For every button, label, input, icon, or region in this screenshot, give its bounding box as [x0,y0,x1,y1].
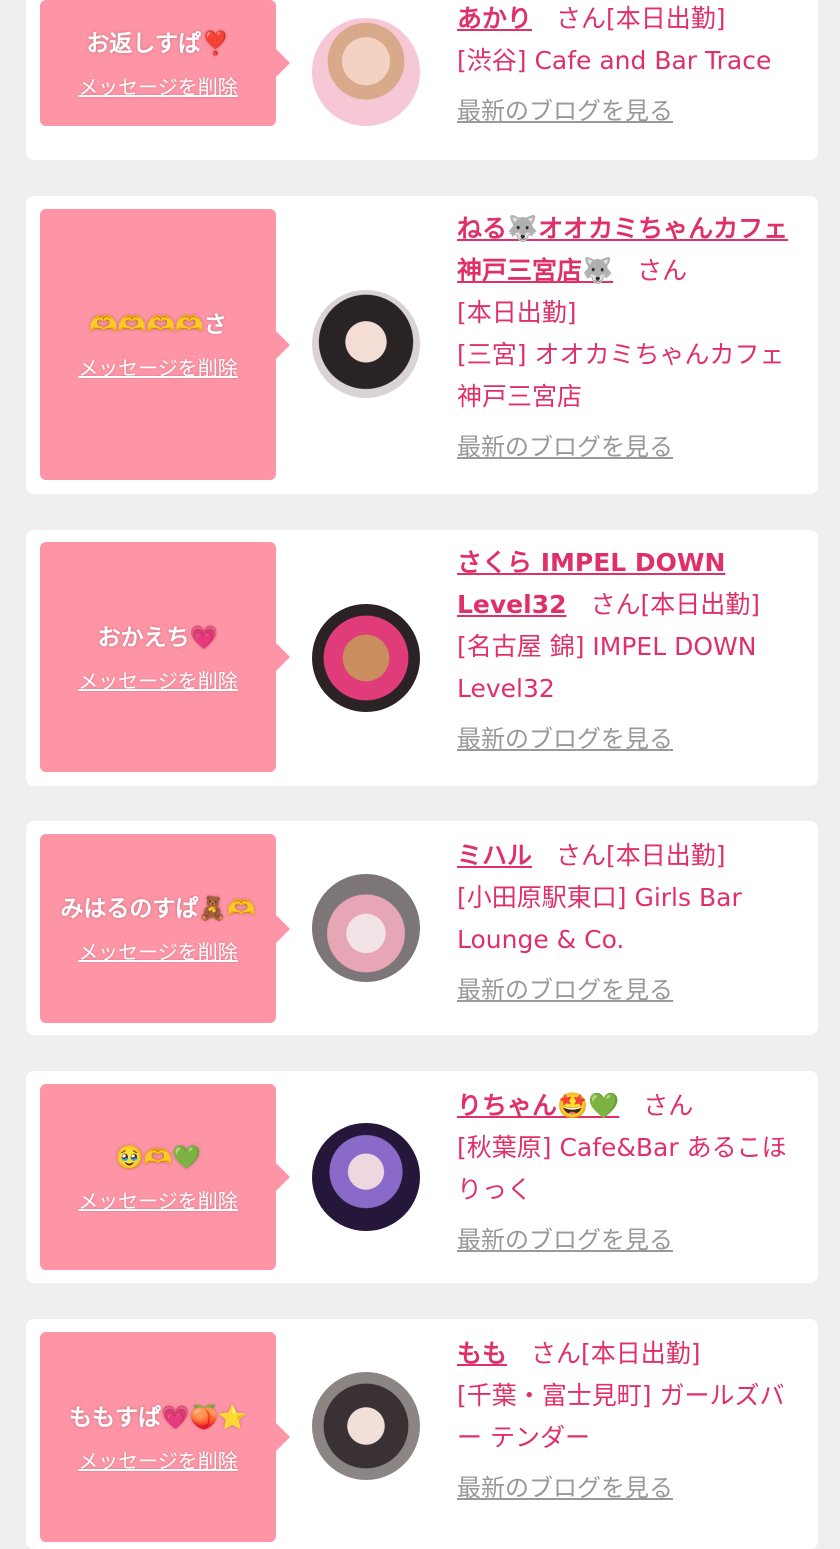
delete-message-link[interactable]: メッセージを削除 [78,71,238,100]
message-card: おかえち💗 メッセージを削除 さくら IMPEL DOWN Level32 さん[… [26,530,818,786]
work-status: [本日出勤] [640,590,761,619]
delete-message-link[interactable]: メッセージを削除 [78,936,238,965]
message-bubble: おかえち💗 メッセージを削除 [40,542,290,772]
cast-info: りちゃん🤩💚 さん [秋葉原] Cafe&Bar あるこほりっく 最新のブログを見… [457,1085,802,1261]
delete-message-link[interactable]: メッセージを削除 [78,352,238,381]
cast-name-link[interactable]: ミハル [457,841,532,870]
message-bubble: 🥹🫶💚 メッセージを削除 [40,1084,290,1270]
latest-blog-link[interactable]: 最新のブログを見る [457,718,673,760]
message-text: ももすぱ💗🍑⭐️ [69,1404,247,1431]
message-card: お返しすぱ❣️ メッセージを削除 あかり さん[本日出勤] [渋谷] Cafe a… [26,0,818,160]
message-bubble: みはるのすぱ🧸🫶 メッセージを削除 [40,834,290,1023]
shop-location: [三宮] オオカミちゃんカフェ神戸三宮店 [457,340,785,411]
cast-info: ねる🐺オオカミちゃんカフェ神戸三宮店🐺 さん [本日出勤] [三宮] オオカミちゃ… [457,208,802,468]
message-text: お返しすぱ❣️ [86,30,230,57]
latest-blog-link[interactable]: 最新のブログを見る [457,1467,673,1509]
message-text: 🫶🫶🫶🫶さ [89,312,227,338]
honorific: さん [556,4,607,33]
message-bubble: ももすぱ💗🍑⭐️ メッセージを削除 [40,1332,290,1542]
cast-name-link[interactable]: もも [457,1339,507,1368]
shop-location: [秋葉原] Cafe&Bar あるこほりっく [457,1133,787,1204]
work-status: [本日出勤] [606,841,726,870]
shop-location: [名古屋 錦] IMPEL DOWN Level32 [457,632,757,703]
cast-info: ミハル さん[本日出勤] [小田原駅東口] Girls Bar Lounge & … [457,835,802,1011]
message-text: みはるのすぱ🧸🫶 [60,896,256,922]
message-text: 🥹🫶💚 [115,1144,201,1171]
message-text: おかえち💗 [97,624,219,651]
delete-message-link[interactable]: メッセージを削除 [78,1185,238,1214]
avatar[interactable] [312,1123,420,1231]
delete-message-link[interactable]: メッセージを削除 [78,665,238,694]
cast-name-link[interactable]: りちゃん🤩💚 [457,1091,619,1120]
message-card: ももすぱ💗🍑⭐️ メッセージを削除 もも さん[本日出勤] [千葉・富士見町] ガ… [26,1319,818,1549]
latest-blog-link[interactable]: 最新のブログを見る [457,426,673,468]
work-status: [本日出勤] [457,298,577,327]
shop-location: [小田原駅東口] Girls Bar Lounge & Co. [457,883,742,954]
latest-blog-link[interactable]: 最新のブログを見る [457,1219,673,1261]
delete-message-link[interactable]: メッセージを削除 [78,1445,238,1474]
shop-location: [千葉・富士見町] ガールズバー テンダー [457,1381,785,1452]
avatar[interactable] [312,604,420,712]
work-status: [本日出勤] [581,1339,701,1368]
honorific: さん [556,841,607,870]
message-card: みはるのすぱ🧸🫶 メッセージを削除 ミハル さん[本日出勤] [小田原駅東口] G… [26,821,818,1035]
latest-blog-link[interactable]: 最新のブログを見る [457,969,673,1011]
latest-blog-link[interactable]: 最新のブログを見る [457,90,673,132]
message-card: 🥹🫶💚 メッセージを削除 りちゃん🤩💚 さん [秋葉原] Cafe&Bar あるこ… [26,1071,818,1283]
avatar[interactable] [312,1372,420,1480]
work-status: [本日出勤] [606,4,726,33]
avatar[interactable] [312,874,420,982]
message-card: 🫶🫶🫶🫶さ メッセージを削除 ねる🐺オオカミちゃんカフェ神戸三宮店🐺 さん [本日… [26,196,818,494]
shop-location: [渋谷] Cafe and Bar Trace [457,46,772,75]
honorific: さん [643,1091,694,1120]
cast-name-link[interactable]: ねる🐺オオカミちゃんカフェ神戸三宮店🐺 [457,214,788,285]
avatar[interactable] [312,290,420,398]
cast-info: もも さん[本日出勤] [千葉・富士見町] ガールズバー テンダー 最新のブログを… [457,1333,802,1509]
cast-info: さくら IMPEL DOWN Level32 さん[本日出勤] [名古屋 錦] I… [457,542,802,760]
cast-name-link[interactable]: あかり [457,4,532,33]
cast-info: あかり さん[本日出勤] [渋谷] Cafe and Bar Trace 最新のブ… [457,0,802,132]
message-bubble: お返しすぱ❣️ メッセージを削除 [40,0,290,126]
message-bubble: 🫶🫶🫶🫶さ メッセージを削除 [40,209,290,480]
honorific: さん [531,1339,582,1368]
avatar[interactable] [312,18,420,126]
honorific: さん [590,590,641,619]
honorific: さん [637,256,688,285]
